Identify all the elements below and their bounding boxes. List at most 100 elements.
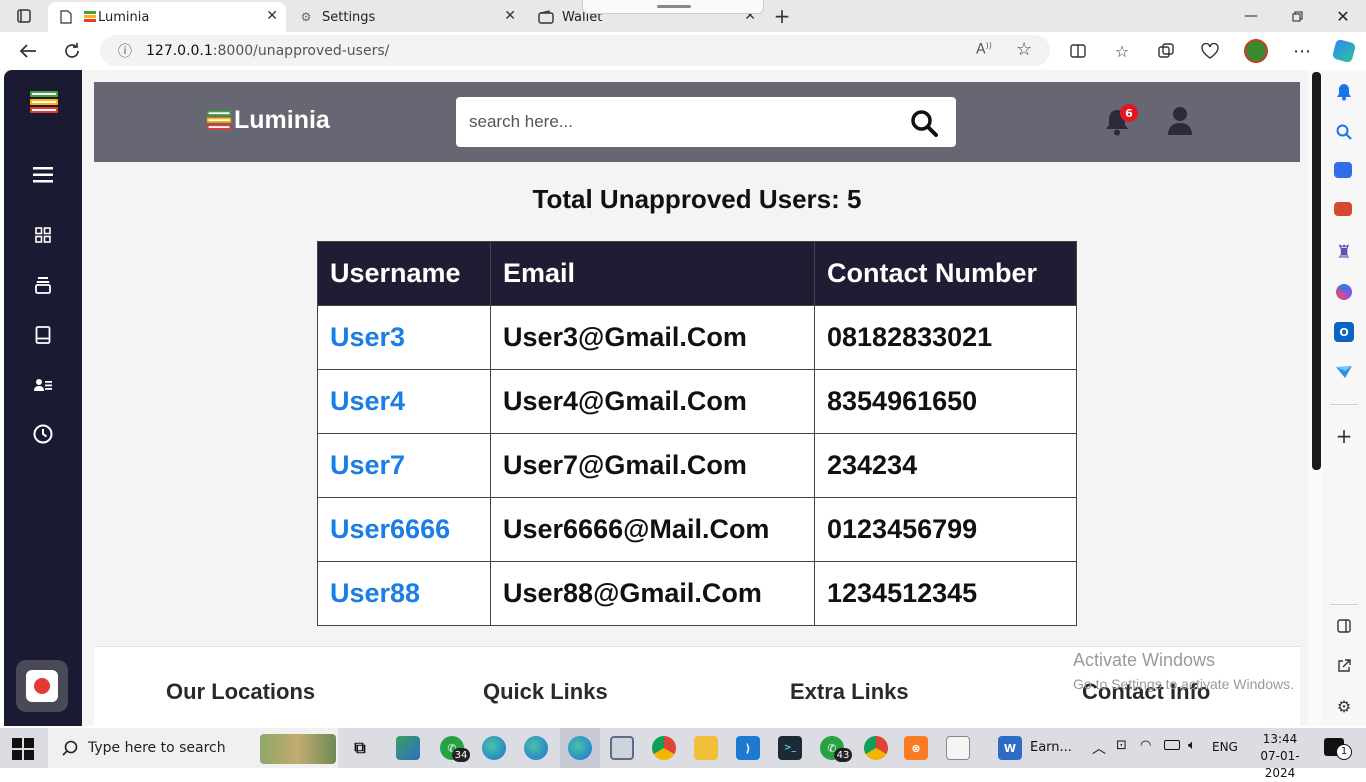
table-row: User3 User3@Gmail.Com 08182833021: [317, 305, 1077, 370]
footer-heading-extra-links: Extra Links: [790, 679, 909, 704]
close-tab-icon[interactable]: ✕: [504, 8, 516, 24]
username-link[interactable]: User88: [330, 578, 420, 608]
taskbar-clock[interactable]: 13:44 07-01-2024: [1250, 731, 1310, 782]
table-header-row: Username Email Contact Number: [317, 241, 1077, 306]
search-icon[interactable]: [1334, 122, 1354, 142]
new-tab-button[interactable]: +: [768, 4, 796, 28]
brand-logo[interactable]: Luminia: [206, 106, 330, 135]
word-document-icon[interactable]: W: [998, 736, 1022, 760]
table-row: User6666 User6666@Mail.Com 0123456799: [317, 497, 1077, 562]
column-header-contact: Contact Number: [814, 241, 1077, 306]
tab-luminia[interactable]: Luminia ✕: [48, 2, 286, 32]
settings-gear-icon[interactable]: ⚙: [1334, 696, 1354, 716]
microsoft-365-icon[interactable]: [1334, 282, 1354, 302]
contact-cell: 08182833021: [814, 305, 1077, 370]
stack-icon[interactable]: [31, 273, 55, 297]
favorite-star-icon[interactable]: ☆: [1016, 39, 1032, 60]
favorites-icon[interactable]: ☆: [1108, 39, 1136, 63]
outlook-icon[interactable]: O: [1334, 322, 1354, 342]
show-hidden-icons-chevron[interactable]: ︿: [1092, 738, 1106, 758]
terminal-app-icon[interactable]: >_: [778, 736, 802, 760]
user-list-icon[interactable]: [31, 373, 55, 397]
file-explorer-icon[interactable]: [694, 736, 718, 760]
edge-sidebar-divider: [1330, 404, 1358, 405]
email-cell: User88@Gmail.Com: [490, 561, 815, 626]
page-title: Total Unapproved Users: 5: [532, 184, 862, 214]
xampp-icon[interactable]: ⊗: [904, 736, 928, 760]
tab-settings[interactable]: ⚙ Settings ✕: [288, 2, 524, 32]
taskbar-search-placeholder: Type here to search: [88, 740, 226, 756]
close-tab-icon[interactable]: ✕: [266, 8, 278, 24]
shopping-tag-icon[interactable]: [1334, 162, 1352, 178]
username-cell: User3: [317, 305, 491, 370]
edge-icon[interactable]: [568, 736, 592, 760]
menu-hamburger-icon[interactable]: [31, 163, 55, 187]
tray-device-icon[interactable]: ⊡: [1116, 738, 1127, 753]
tab-drag-handle[interactable]: [582, 0, 764, 14]
taskbar-search-box[interactable]: Type here to search: [48, 728, 338, 768]
copilot-icon[interactable]: [1330, 38, 1358, 64]
chrome-icon[interactable]: [652, 736, 676, 760]
clock-icon[interactable]: [31, 422, 55, 446]
edge-icon[interactable]: [524, 736, 548, 760]
dashboard-grid-icon[interactable]: [31, 223, 55, 247]
split-screen-icon[interactable]: [1064, 39, 1092, 63]
add-plus-icon[interactable]: +: [1334, 424, 1354, 448]
close-window-button[interactable]: ✕: [1320, 0, 1366, 32]
sidebar-toggle-icon[interactable]: [1334, 616, 1354, 636]
back-arrow-icon[interactable]: [14, 39, 42, 63]
tools-briefcase-icon[interactable]: [1334, 202, 1352, 216]
collections-icon[interactable]: [1152, 39, 1180, 63]
wifi-icon[interactable]: ◠: [1140, 738, 1151, 753]
search-icon[interactable]: [910, 109, 938, 137]
document-icon[interactable]: [946, 736, 970, 760]
minimize-button[interactable]: —: [1228, 0, 1274, 32]
activate-windows-subtitle: Go to Settings to activate Windows.: [1073, 676, 1294, 692]
bell-icon[interactable]: [1334, 82, 1354, 102]
widgets-icon[interactable]: [396, 736, 420, 760]
username-link[interactable]: User4: [330, 386, 405, 416]
photo-app-icon[interactable]: [610, 736, 634, 760]
username-link[interactable]: User6666: [330, 514, 450, 544]
wallet-icon: [538, 9, 554, 25]
restore-button[interactable]: [1274, 0, 1320, 32]
language-indicator[interactable]: ENG: [1212, 740, 1238, 754]
screen-recorder-button[interactable]: [16, 660, 68, 712]
refresh-icon[interactable]: [58, 39, 86, 63]
more-options-icon[interactable]: ⋯: [1288, 39, 1316, 63]
table-row: User4 User4@Gmail.Com 8354961650: [317, 369, 1077, 434]
open-external-icon[interactable]: [1334, 656, 1354, 676]
windows-start-icon[interactable]: [12, 738, 34, 760]
task-view-icon[interactable]: ⧉: [348, 736, 372, 760]
profile-avatar[interactable]: [1242, 39, 1270, 63]
browser-toolbar: ⓘ 127.0.0.1:8000/unapproved-users/ A)) ☆…: [0, 32, 1366, 70]
battery-icon[interactable]: [1164, 740, 1180, 750]
browser-tab-strip: Luminia ✕ ⚙ Settings ✕ Wallet ✕ + — ✕: [0, 0, 1366, 32]
sidebar-logo: [29, 89, 59, 121]
taskbar-app-label[interactable]: Earn...: [1030, 740, 1072, 755]
username-link[interactable]: User7: [330, 450, 405, 480]
search-box: [456, 97, 956, 147]
tab-label: Settings: [322, 9, 376, 25]
vscode-icon[interactable]: ⟩: [736, 736, 760, 760]
tab-actions-icon[interactable]: [10, 4, 38, 28]
read-aloud-icon[interactable]: A)): [976, 41, 992, 58]
page-icon: [58, 9, 74, 25]
clock-date: 07-01-2024: [1260, 749, 1300, 780]
drop-send-icon[interactable]: [1334, 362, 1354, 382]
book-icon[interactable]: [31, 323, 55, 347]
edge-icon[interactable]: [482, 736, 506, 760]
user-account-icon[interactable]: [1167, 106, 1193, 136]
whatsapp-badge: 34: [452, 748, 470, 762]
username-link[interactable]: User3: [330, 322, 405, 352]
games-chess-icon[interactable]: ♜: [1334, 242, 1354, 263]
address-bar[interactable]: ⓘ 127.0.0.1:8000/unapproved-users/ A)) ☆: [100, 35, 1050, 66]
gear-icon: ⚙: [300, 10, 312, 24]
search-input[interactable]: [456, 97, 896, 147]
browser-essentials-icon[interactable]: [1196, 39, 1224, 63]
volume-icon[interactable]: 🔈︎: [1188, 738, 1196, 753]
page-scrollbar-thumb[interactable]: [1312, 72, 1321, 470]
url-host: 127.0.0.1: [146, 42, 213, 59]
site-info-icon[interactable]: ⓘ: [118, 41, 132, 61]
chrome-icon[interactable]: [864, 736, 888, 760]
